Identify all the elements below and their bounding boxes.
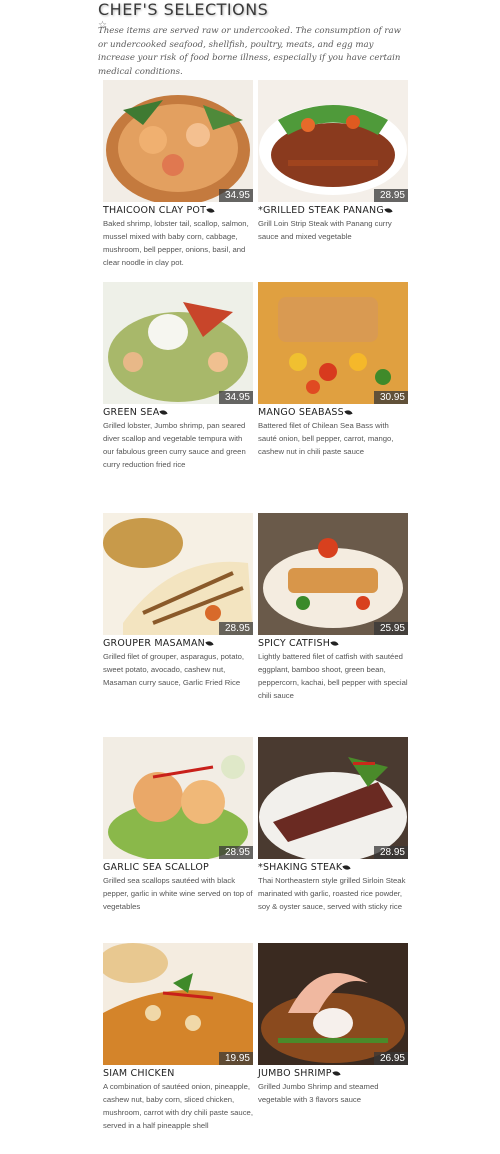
price-tag: 28.95 bbox=[373, 189, 408, 202]
dish-image-icon bbox=[258, 943, 408, 1065]
price-tag: 28.95 bbox=[373, 846, 408, 859]
dish-name: *SHAKING STEAK bbox=[258, 862, 408, 873]
dish-description: Battered filet of Chilean Sea Bass with … bbox=[258, 421, 394, 456]
dish-image-icon bbox=[258, 513, 408, 635]
price-tag: 34.95 bbox=[218, 189, 253, 202]
dish-description: Grilled Jumbo Shrimp and steamed vegetab… bbox=[258, 1082, 379, 1104]
dish-name: GROUPER MASAMAN bbox=[103, 638, 253, 649]
dish-photo[interactable]: 26.95 bbox=[258, 943, 408, 1065]
price-tag: 28.95 bbox=[218, 622, 253, 635]
dish-description: Lightly battered filet of catfish with s… bbox=[258, 652, 408, 700]
dish-name: JUMBO SHRIMP bbox=[258, 1068, 408, 1079]
dish-name: MANGO SEABASS bbox=[258, 407, 408, 418]
dish-description: Thai Northeastern style grilled Sirloin … bbox=[258, 876, 406, 911]
price-tag: 19.95 bbox=[218, 1052, 253, 1065]
price-tag: 30.95 bbox=[373, 391, 408, 404]
menu-item-card[interactable]: 28.95 GROUPER MASAMAN Grilled filet of g… bbox=[103, 513, 253, 689]
leaf-icon bbox=[330, 639, 339, 648]
dish-name: *GRILLED STEAK PANANG bbox=[258, 205, 408, 216]
leaf-icon bbox=[384, 206, 393, 215]
dish-photo[interactable]: 19.95 bbox=[103, 943, 253, 1065]
dish-image-icon bbox=[103, 513, 253, 635]
menu-item-card[interactable]: 26.95 JUMBO SHRIMP Grilled Jumbo Shrimp … bbox=[258, 943, 408, 1106]
dish-name: SIAM CHICKEN bbox=[103, 1068, 175, 1079]
dish-image-icon bbox=[103, 80, 253, 202]
price-tag: 28.95 bbox=[218, 846, 253, 859]
dish-name: GREEN SEA bbox=[103, 407, 253, 418]
dish-photo[interactable]: 28.95 bbox=[258, 737, 408, 859]
dish-description: Baked shrimp, lobster tail, scallop, sal… bbox=[103, 219, 249, 267]
dish-photo[interactable]: 28.95 bbox=[103, 513, 253, 635]
menu-item-card[interactable]: 30.95 MANGO SEABASS Battered filet of Ch… bbox=[258, 282, 408, 458]
price-tag: 26.95 bbox=[373, 1052, 408, 1065]
dish-name: SPICY CATFISH bbox=[258, 638, 408, 649]
price-tag: 25.95 bbox=[373, 622, 408, 635]
menu-item-card[interactable]: 34.95 THAICOON CLAY POT Baked shrimp, lo… bbox=[103, 80, 253, 269]
leaf-icon bbox=[344, 408, 353, 417]
menu-item-card[interactable]: 19.95 SIAM CHICKEN A combination of saut… bbox=[103, 943, 253, 1132]
dish-name: GARLIC SEA SCALLOP bbox=[103, 862, 209, 873]
dish-image-icon bbox=[103, 737, 253, 859]
dish-photo[interactable]: 28.95 bbox=[103, 737, 253, 859]
dish-description: A combination of sautéed onion, pineappl… bbox=[103, 1082, 253, 1130]
leaf-icon bbox=[332, 1069, 341, 1078]
dish-image-icon bbox=[258, 282, 408, 404]
menu-item-card[interactable]: 25.95 SPICY CATFISH Lightly battered fil… bbox=[258, 513, 408, 702]
disclaimer-text: These items are served raw or undercooke… bbox=[98, 26, 402, 77]
dish-name: THAICOON CLAY POT bbox=[103, 205, 253, 216]
leaf-icon bbox=[159, 408, 169, 417]
dish-photo[interactable]: 34.95 bbox=[103, 282, 253, 404]
price-tag: 34.95 bbox=[218, 391, 253, 404]
dish-photo[interactable]: 25.95 bbox=[258, 513, 408, 635]
dish-description: Grilled sea scallops sautéed with black … bbox=[103, 876, 253, 911]
leaf-icon bbox=[342, 863, 351, 872]
dish-image-icon bbox=[258, 80, 408, 202]
dish-photo[interactable]: 28.95 bbox=[258, 80, 408, 202]
dish-photo[interactable]: 34.95 bbox=[103, 80, 253, 202]
menu-item-card[interactable]: 28.95 GARLIC SEA SCALLOP Grilled sea sca… bbox=[103, 737, 253, 913]
dish-description: Grilled filet of grouper, asparagus, pot… bbox=[103, 652, 245, 687]
dish-description: Grilled lobster, Jumbo shrimp, pan seare… bbox=[103, 421, 246, 469]
page-title: CHEF'S SELECTIONS bbox=[98, 0, 269, 19]
menu-item-card[interactable]: 28.95 *SHAKING STEAK Thai Northeastern s… bbox=[258, 737, 408, 913]
dish-image-icon bbox=[258, 737, 408, 859]
menu-item-card[interactable]: 34.95 GREEN SEA Grilled lobster, Jumbo s… bbox=[103, 282, 253, 471]
leaf-icon bbox=[206, 206, 215, 215]
leaf-icon bbox=[205, 639, 214, 648]
dish-description: Grill Loin Strip Steak with Panang curry… bbox=[258, 219, 392, 241]
menu-item-card[interactable]: 28.95 *GRILLED STEAK PANANG Grill Loin S… bbox=[258, 80, 408, 243]
dish-image-icon bbox=[103, 282, 253, 404]
dish-photo[interactable]: 30.95 bbox=[258, 282, 408, 404]
dish-image-icon bbox=[103, 943, 253, 1065]
